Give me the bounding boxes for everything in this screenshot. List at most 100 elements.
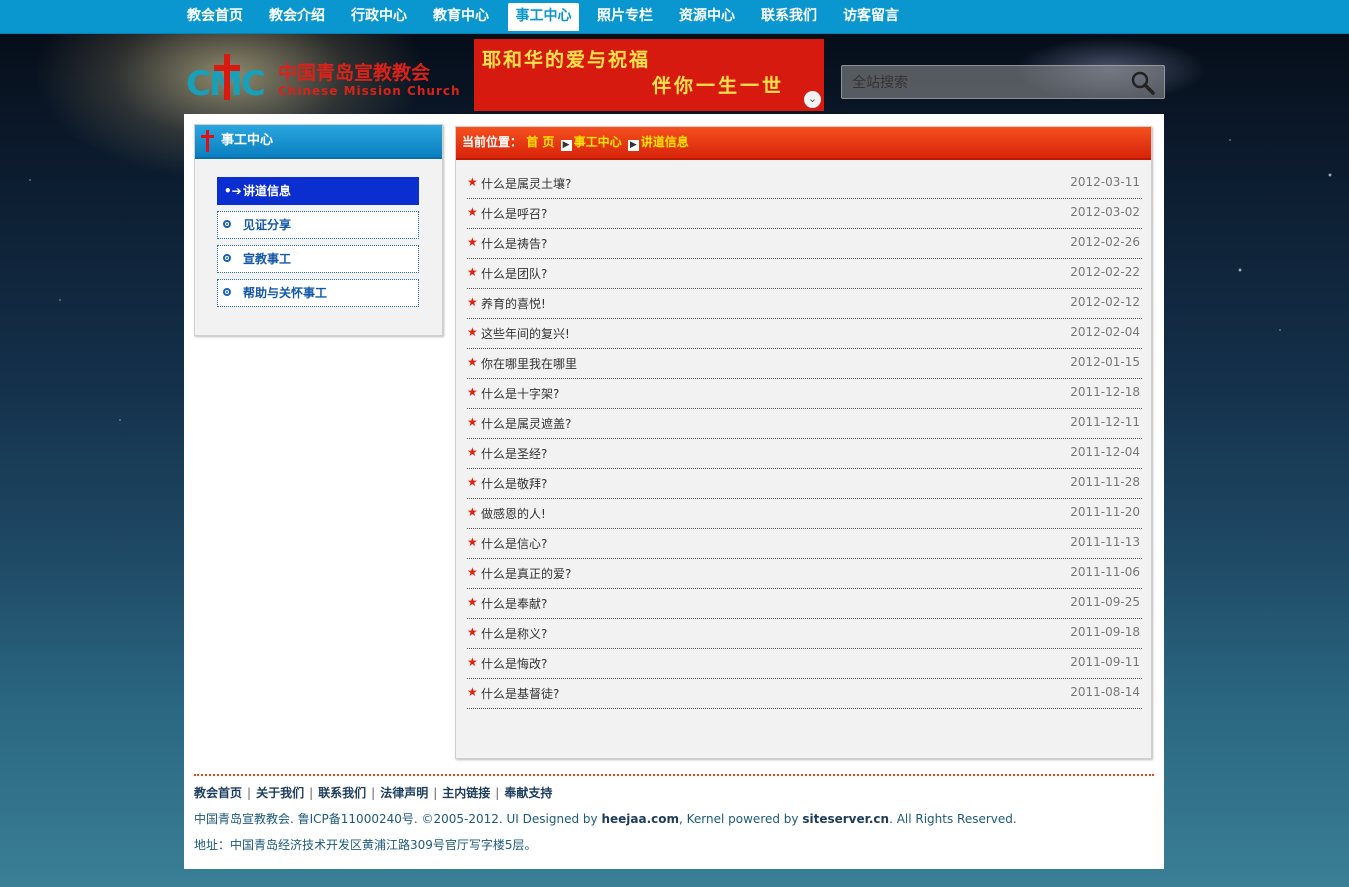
list-item[interactable]: ★ 什么是祷告? 2012-02-26 [467, 229, 1142, 259]
article-title[interactable]: 什么是呼召? [481, 205, 547, 222]
site-logo[interactable]: CMC 中国青岛宣教教会 Chinese Mission Church [186, 50, 460, 104]
cross-bar [201, 135, 214, 138]
sidebar-item-care[interactable]: 帮助与关怀事工 [217, 279, 419, 307]
breadcrumb-home[interactable]: 首 页 [526, 135, 554, 149]
footer-link[interactable]: 教会首页 [194, 786, 242, 800]
breadcrumb-ministry[interactable]: 事工中心 [574, 135, 622, 149]
footer-link[interactable]: 法律声明 [380, 786, 428, 800]
star-icon: ★ [467, 445, 478, 459]
sidebar-item-sermons[interactable]: •➔ 讲道信息 [217, 177, 419, 205]
nav-item-photos[interactable]: 照片专栏 [590, 3, 660, 31]
list-item[interactable]: ★ 什么是真正的爱? 2011-11-06 [467, 559, 1142, 589]
article-title[interactable]: 这些年间的复兴! [481, 325, 570, 342]
article-title[interactable]: 什么是信心? [481, 535, 547, 552]
star-icon: ★ [467, 325, 478, 339]
article-title[interactable]: 什么是属灵遮盖? [481, 415, 571, 432]
list-item[interactable]: ★ 什么是信心? 2011-11-13 [467, 529, 1142, 559]
footer-link[interactable]: 主内链接 [442, 786, 490, 800]
article-title[interactable]: 什么是敬拜? [481, 475, 547, 492]
article-date: 2011-12-18 [1070, 385, 1140, 399]
nav-item-about[interactable]: 教会介绍 [262, 3, 332, 31]
list-item[interactable]: ★ 你在哪里我在哪里 2012-01-15 [467, 349, 1142, 379]
article-title[interactable]: 什么是祷告? [481, 235, 547, 252]
nav-item-education[interactable]: 教育中心 [426, 3, 496, 31]
article-date: 2012-02-22 [1070, 265, 1140, 279]
article-date: 2012-02-26 [1070, 235, 1140, 249]
chevron-down-icon[interactable]: ⌄ [804, 91, 821, 108]
footer-link[interactable]: 联系我们 [318, 786, 366, 800]
star-icon: ★ [467, 505, 478, 519]
main-panel: 事工中心 •➔ 讲道信息 见证分享 宣教事工 帮助与关怀事工 当前位置： 首 页… [184, 114, 1164, 869]
list-item[interactable]: ★ 什么是十字架? 2011-12-18 [467, 379, 1142, 409]
logo-cross-bar [214, 65, 240, 71]
article-title[interactable]: 什么是称义? [481, 625, 547, 642]
article-title[interactable]: 什么是悔改? [481, 655, 547, 672]
star-icon: ★ [467, 415, 478, 429]
list-item[interactable]: ★ 什么是敬拜? 2011-11-28 [467, 469, 1142, 499]
footer-separator: | [433, 786, 438, 800]
list-item[interactable]: ★ 什么是团队? 2012-02-22 [467, 259, 1142, 289]
footer-address: 地址：中国青岛经济技术开发区黄浦江路309号官厅写字楼5层。 [194, 838, 537, 852]
list-item[interactable]: ★ 养育的喜悦! 2012-02-12 [467, 289, 1142, 319]
footer-divider [194, 774, 1154, 776]
sidebar-item-label: 宣教事工 [243, 252, 292, 266]
kernel-link[interactable]: siteserver.cn [802, 812, 889, 826]
site-search [841, 65, 1165, 99]
article-title[interactable]: 什么是属灵土壤? [481, 175, 571, 192]
list-item[interactable]: ★ 什么是称义? 2011-09-18 [467, 619, 1142, 649]
article-title[interactable]: 什么是圣经? [481, 445, 547, 462]
list-item[interactable]: ★ 什么是悔改? 2011-09-11 [467, 649, 1142, 679]
header-banner[interactable]: 耶和华的爱与祝福 伴你一生一世 ⌄ [474, 39, 824, 111]
breadcrumb: 当前位置： 首 页 ▶ 事工中心 ▶ 讲道信息 [456, 127, 1151, 160]
article-date: 2012-02-12 [1070, 295, 1140, 309]
list-item[interactable]: ★ 什么是属灵遮盖? 2011-12-11 [467, 409, 1142, 439]
designer-link[interactable]: heejaa.com [601, 812, 679, 826]
article-date: 2011-09-18 [1070, 625, 1140, 639]
radio-dot-icon [223, 288, 231, 296]
list-item[interactable]: ★ 做感恩的人! 2011-11-20 [467, 499, 1142, 529]
nav-item-ministry[interactable]: 事工中心 [508, 3, 579, 31]
article-date: 2011-11-13 [1070, 535, 1140, 549]
sidebar: 事工中心 •➔ 讲道信息 见证分享 宣教事工 帮助与关怀事工 [194, 124, 443, 336]
top-navigation: 教会首页 教会介绍 行政中心 教育中心 事工中心 照片专栏 资源中心 联系我们 … [0, 0, 1349, 34]
footer-link[interactable]: 奉献支持 [504, 786, 552, 800]
search-input[interactable] [850, 71, 1114, 95]
article-title[interactable]: 你在哪里我在哪里 [481, 355, 577, 372]
breadcrumb-text: 当前位置： 首 页 ▶ 事工中心 ▶ 讲道信息 [462, 127, 689, 158]
copyright-text-end: . All Rights Reserved. [889, 812, 1017, 826]
article-title[interactable]: 做感恩的人! [481, 505, 546, 522]
nav-item-resources[interactable]: 资源中心 [672, 3, 742, 31]
star-icon: ★ [467, 355, 478, 369]
article-title[interactable]: 什么是团队? [481, 265, 547, 282]
list-item[interactable]: ★ 什么是属灵土壤? 2012-03-11 [467, 169, 1142, 199]
search-icon[interactable] [1130, 70, 1156, 96]
breadcrumb-prefix: 当前位置： [462, 135, 523, 149]
footer-link[interactable]: 关于我们 [256, 786, 304, 800]
article-date: 2011-12-11 [1070, 415, 1140, 429]
list-item[interactable]: ★ 这些年间的复兴! 2012-02-04 [467, 319, 1142, 349]
footer-copyright: 中国青岛宣教教会. 鲁ICP备11000240号. ©2005-2012. UI… [194, 810, 1017, 827]
nav-item-contact[interactable]: 联系我们 [754, 3, 824, 31]
nav-item-guestbook[interactable]: 访客留言 [836, 3, 906, 31]
nav-item-home[interactable]: 教会首页 [180, 3, 250, 31]
footer-separator: | [247, 786, 252, 800]
sidebar-item-label: 帮助与关怀事工 [243, 286, 328, 300]
list-item[interactable]: ★ 什么是呼召? 2012-03-02 [467, 199, 1142, 229]
sidebar-item-testimony[interactable]: 见证分享 [217, 211, 419, 239]
list-item[interactable]: ★ 什么是圣经? 2011-12-04 [467, 439, 1142, 469]
article-title[interactable]: 什么是真正的爱? [481, 565, 571, 582]
article-title[interactable]: 养育的喜悦! [481, 295, 546, 312]
list-item[interactable]: ★ 什么是基督徒? 2011-08-14 [467, 679, 1142, 709]
article-title[interactable]: 什么是十字架? [481, 385, 559, 402]
breadcrumb-sermons[interactable]: 讲道信息 [641, 135, 689, 149]
star-icon: ★ [467, 535, 478, 549]
sidebar-item-mission[interactable]: 宣教事工 [217, 245, 419, 273]
article-date: 2011-11-28 [1070, 475, 1140, 489]
article-title[interactable]: 什么是基督徒? [481, 685, 559, 702]
article-date: 2012-01-15 [1070, 355, 1140, 369]
nav-item-admin[interactable]: 行政中心 [344, 3, 414, 31]
logo-cross-icon [224, 54, 230, 100]
article-title[interactable]: 什么是奉献? [481, 595, 547, 612]
list-item[interactable]: ★ 什么是奉献? 2011-09-25 [467, 589, 1142, 619]
star-icon: ★ [467, 655, 478, 669]
